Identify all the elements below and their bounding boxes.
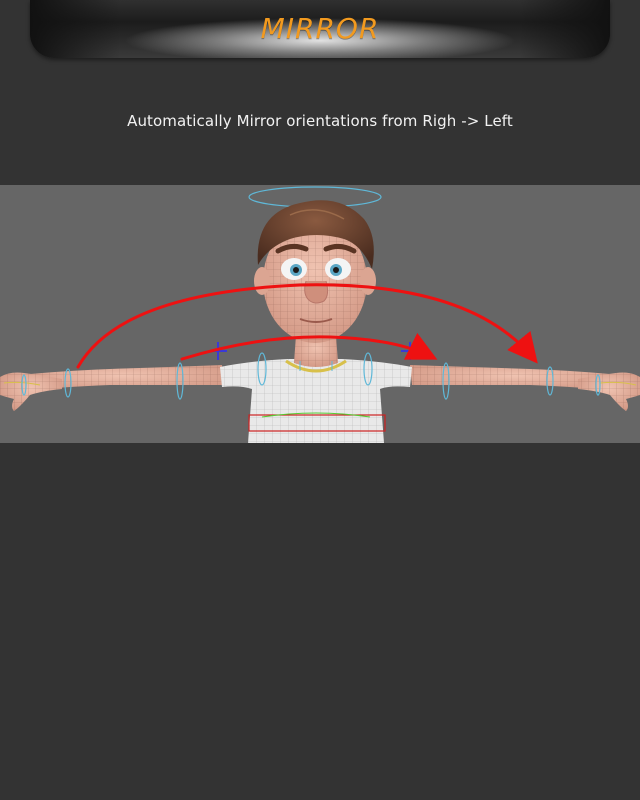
character-head xyxy=(254,200,376,343)
feature-description: Automatically Mirror orientations from R… xyxy=(127,112,513,130)
left-arm xyxy=(0,365,224,411)
right-arm xyxy=(410,365,640,411)
3d-viewport[interactable] xyxy=(0,185,640,443)
tutorial-page: MIRROR Automatically Mirror orientations… xyxy=(0,0,640,800)
header-banner: MIRROR xyxy=(30,0,610,58)
character-rig-illustration xyxy=(0,186,640,443)
page-title: MIRROR xyxy=(260,12,380,45)
torso xyxy=(220,335,412,443)
